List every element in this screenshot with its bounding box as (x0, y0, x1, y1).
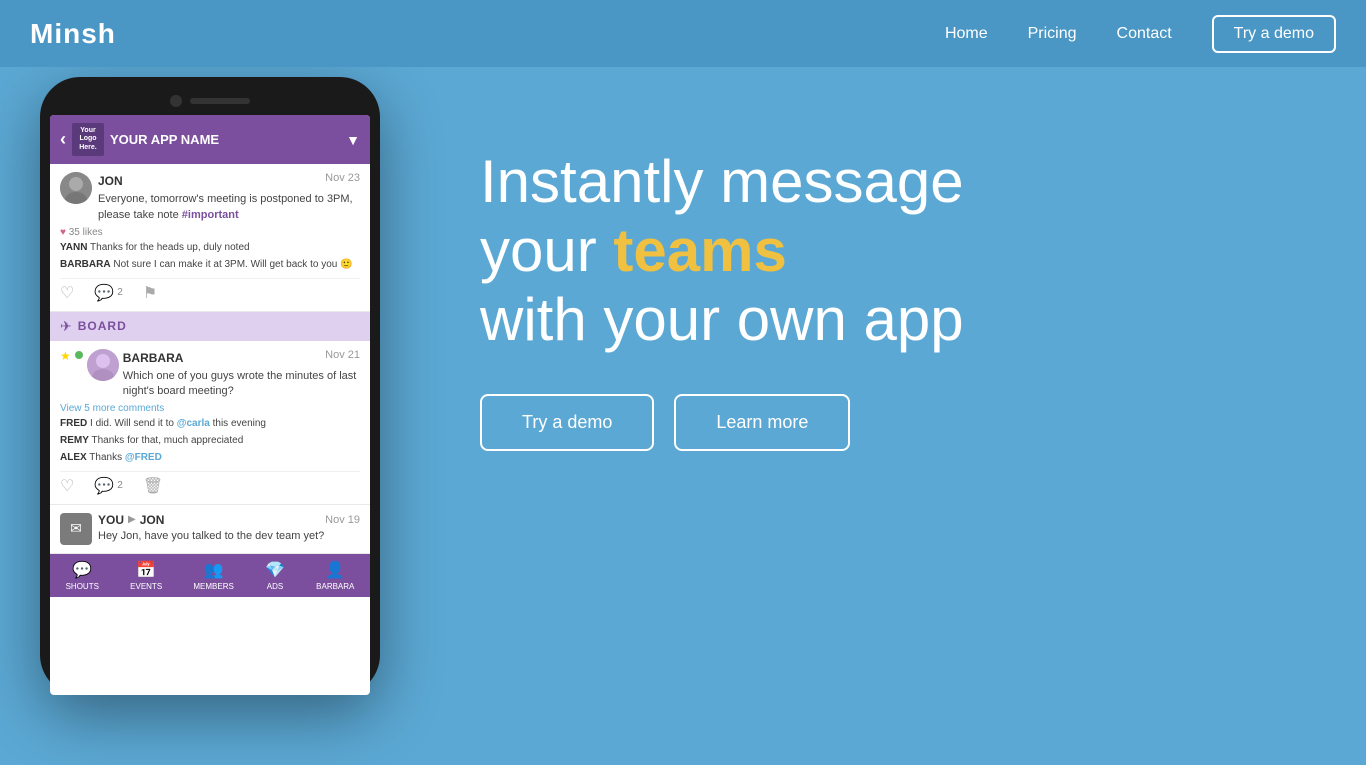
dm-meta: YOU ▶ JON Nov 19 Hey Jon, have you talke… (98, 513, 360, 545)
online-indicator (75, 351, 83, 359)
dm-text: Hey Jon, have you talked to the dev team… (98, 529, 360, 544)
post-jon-likes: 35 likes (60, 227, 360, 238)
profile-label: BARBARA (316, 582, 354, 591)
dm-from: YOU (98, 513, 124, 527)
navbar: Minsh Home Pricing Contact Try a demo (0, 0, 1366, 67)
hero-section: ‹ YourLogoHere. YOUR APP NAME ▼ (0, 67, 1366, 765)
brand-logo[interactable]: Minsh (30, 18, 116, 50)
hero-text-area: Instantly message your teams with your o… (420, 67, 1366, 451)
dm-to: JON (140, 513, 165, 527)
comment-remy: REMY Thanks for that, much appreciated (60, 434, 360, 448)
bottom-nav-members[interactable]: 👥 MEMBERS (193, 560, 233, 591)
hero-line2-accent: teams (613, 217, 786, 284)
profile-icon: 👤 (325, 560, 345, 580)
ads-label: ADS (267, 582, 283, 591)
dm-date: Nov 19 (325, 514, 360, 526)
post-barbara-meta: BARBARA Nov 21 Which one of you guys wro… (123, 349, 360, 400)
phone-mockup: ‹ YourLogoHere. YOUR APP NAME ▼ (0, 67, 420, 695)
phone-device: ‹ YourLogoHere. YOUR APP NAME ▼ (40, 77, 380, 695)
shouts-icon: 💬 (72, 560, 92, 580)
comment-barbara1: BARBARA Not sure I can make it at 3PM. W… (60, 258, 360, 272)
phone-notch (50, 95, 370, 107)
bottom-nav-events[interactable]: 📅 EVENTS (130, 560, 162, 591)
post-jon-tag: #important (182, 209, 239, 221)
post-jon-actions: ♡ 💬 2 ⚑ (60, 278, 360, 303)
events-label: EVENTS (130, 582, 162, 591)
post-jon-author: JON (98, 174, 123, 188)
back-icon[interactable]: ‹ (60, 129, 66, 150)
avatar-jon (60, 172, 92, 204)
shouts-label: SHOUTS (66, 582, 99, 591)
events-icon: 📅 (136, 560, 156, 580)
post-barbara: ★ BARBARA Nov 21 (50, 341, 370, 505)
hero-line2-before: your (480, 217, 613, 284)
nav-contact[interactable]: Contact (1117, 25, 1172, 43)
hero-buttons: Try a demo Learn more (480, 394, 1306, 451)
comment-button[interactable]: 💬 2 (94, 283, 122, 303)
board-section-header: ✈ BOARD (50, 312, 370, 341)
members-label: MEMBERS (193, 582, 233, 591)
nav-try-demo-button[interactable]: Try a demo (1212, 15, 1336, 53)
post-jon: JON Nov 23 Everyone, tomorrow's meeting … (50, 164, 370, 312)
nav-pricing[interactable]: Pricing (1028, 25, 1077, 43)
delete-button[interactable]: 🗑 (143, 476, 163, 496)
app-feed: JON Nov 23 Everyone, tomorrow's meeting … (50, 164, 370, 554)
like-button-2[interactable]: ♡ (60, 476, 74, 496)
post-jon-meta: JON Nov 23 Everyone, tomorrow's meeting … (98, 172, 360, 223)
phone-screen: ‹ YourLogoHere. YOUR APP NAME ▼ (50, 115, 370, 695)
bottom-nav: 💬 SHOUTS 📅 EVENTS 👥 MEMBERS 💎 ADS (50, 554, 370, 597)
app-name-label: YOUR APP NAME (110, 132, 340, 147)
comment-alex: ALEX Thanks @FRED (60, 451, 360, 465)
post-jon-text: Everyone, tomorrow's meeting is postpone… (98, 192, 360, 223)
post-barbara-text: Which one of you guys wrote the minutes … (123, 369, 360, 400)
hero-heading: Instantly message your teams with your o… (480, 147, 1306, 354)
post-barbara-actions: ♡ 💬 2 🗑 (60, 471, 360, 496)
comment-fred: FRED I did. Will send it to @carla this … (60, 417, 360, 431)
hero-learn-more-button[interactable]: Learn more (674, 394, 850, 451)
dm-arrow-icon: ▶ (128, 514, 136, 525)
post-jon-header: JON Nov 23 Everyone, tomorrow's meeting … (60, 172, 360, 223)
post-barbara-date: Nov 21 (325, 349, 360, 361)
share-button[interactable]: ⚑ (143, 283, 157, 303)
hero-try-demo-button[interactable]: Try a demo (480, 394, 654, 451)
board-label: BOARD (78, 319, 127, 333)
avatar-barbara (87, 349, 119, 381)
phone-speaker (190, 98, 250, 104)
bottom-nav-shouts[interactable]: 💬 SHOUTS (66, 560, 99, 591)
post-barbara-header: ★ BARBARA Nov 21 (60, 349, 360, 400)
members-icon: 👥 (204, 560, 224, 580)
comment-button-2[interactable]: 💬 2 (94, 476, 122, 496)
app-logo: YourLogoHere. (72, 123, 104, 156)
hero-line1: Instantly message (480, 148, 964, 215)
like-button[interactable]: ♡ (60, 283, 74, 303)
bottom-nav-ads[interactable]: 💎 ADS (265, 560, 285, 591)
app-header: ‹ YourLogoHere. YOUR APP NAME ▼ (50, 115, 370, 164)
nav-home[interactable]: Home (945, 25, 988, 43)
nav-links: Home Pricing Contact Try a demo (945, 15, 1336, 53)
post-barbara-author: BARBARA (123, 351, 184, 365)
view-more-comments[interactable]: View 5 more comments (60, 403, 360, 414)
phone-camera (170, 95, 182, 107)
dm-post: ✉ YOU ▶ JON Nov 19 Hey Jon, have you tal… (50, 505, 370, 554)
dm-header: YOU ▶ JON Nov 19 (98, 513, 360, 527)
dm-envelope-icon: ✉ (60, 513, 92, 545)
ads-icon: 💎 (265, 560, 285, 580)
star-icon: ★ (60, 349, 71, 363)
bottom-nav-profile[interactable]: 👤 BARBARA (316, 560, 354, 591)
board-icon: ✈ (60, 318, 72, 335)
hero-line3: with your own app (480, 286, 964, 353)
comment-yann: YANN Thanks for the heads up, duly noted (60, 241, 360, 255)
post-jon-date: Nov 23 (325, 172, 360, 184)
dropdown-icon[interactable]: ▼ (346, 132, 360, 148)
